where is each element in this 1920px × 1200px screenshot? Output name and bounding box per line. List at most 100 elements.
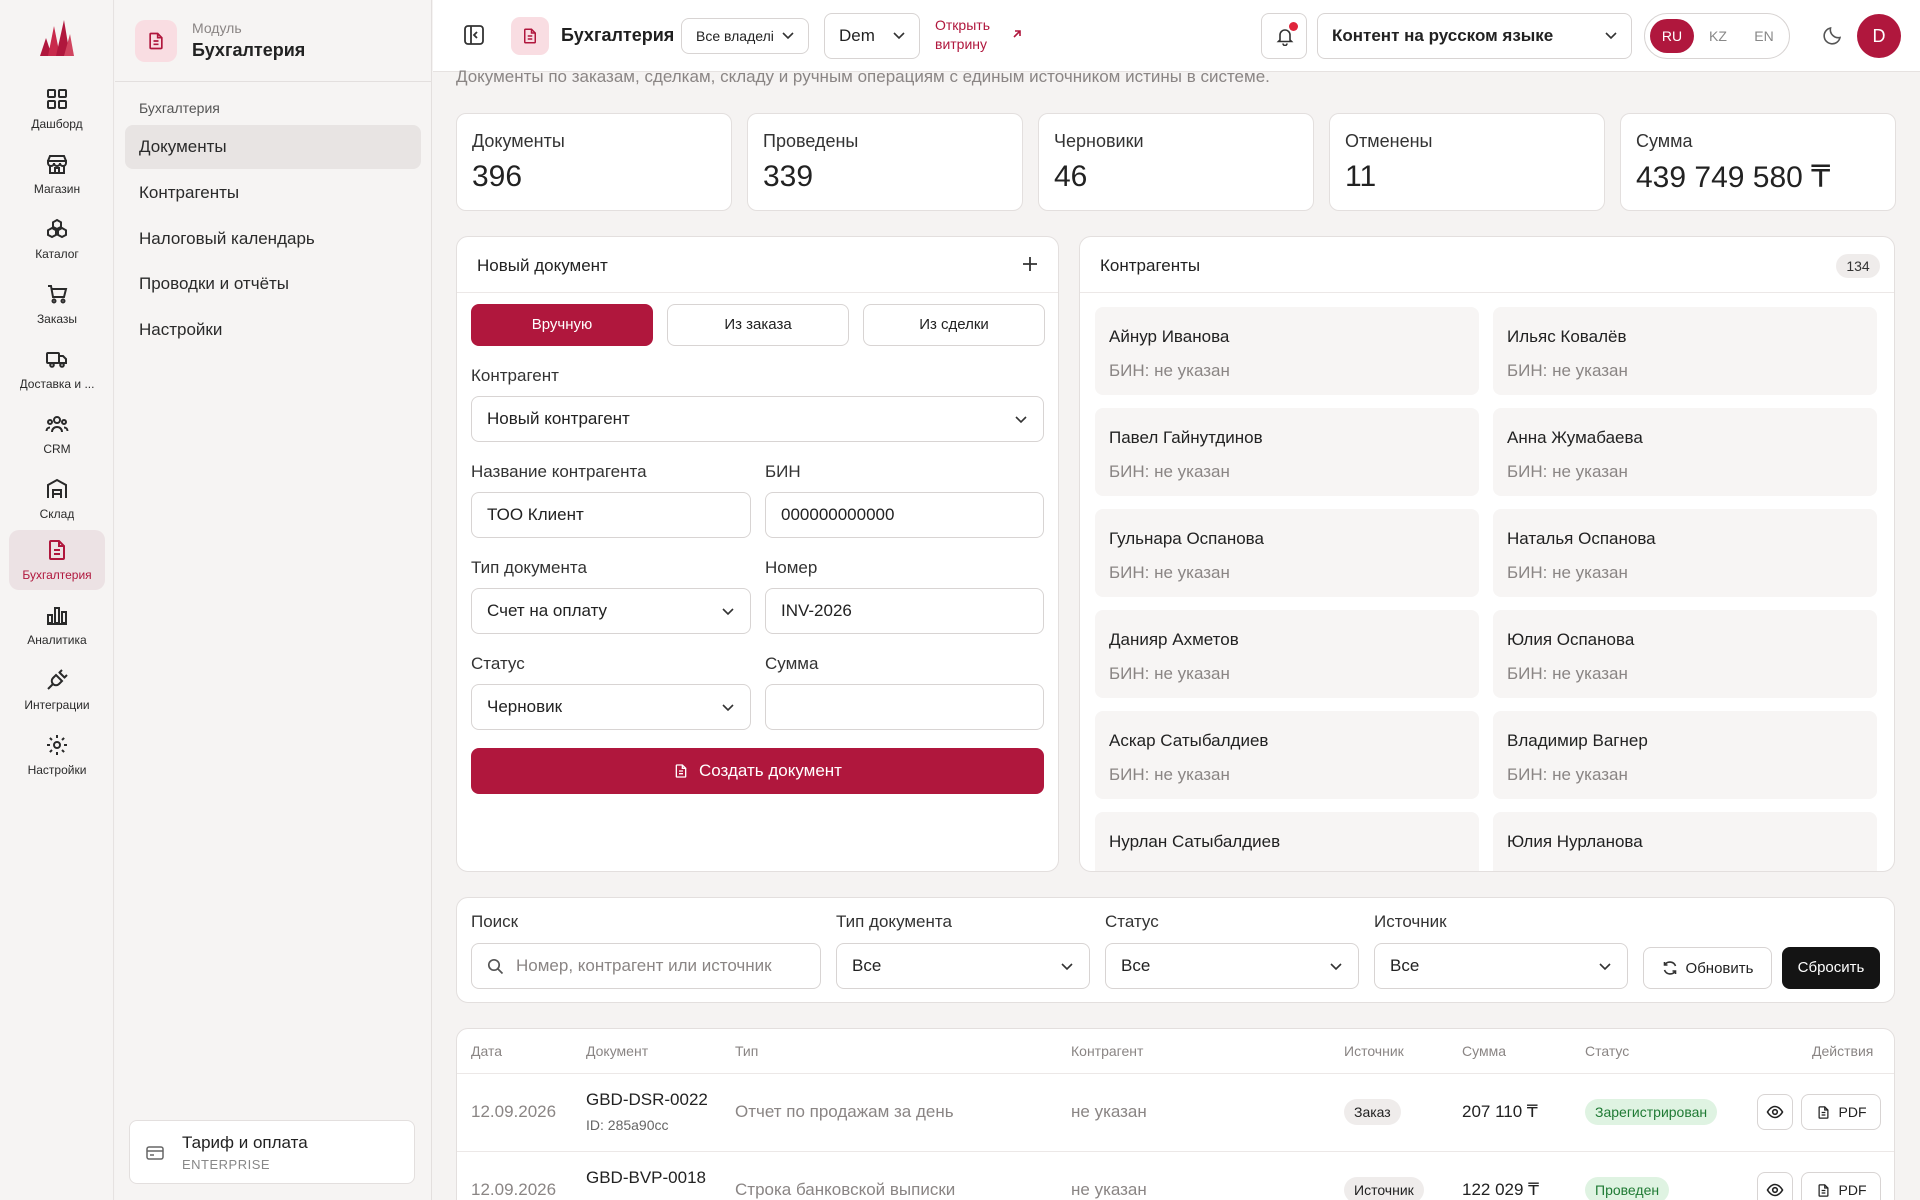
stat-card-cancelled: Отменены 11 xyxy=(1329,113,1605,211)
stat-label: Черновики xyxy=(1054,131,1144,151)
counterparty-item[interactable]: Айнур Иванова БИН: не указан xyxy=(1095,307,1479,395)
counterparty-name-input[interactable]: ТОО Клиент xyxy=(471,492,751,538)
filter-source-select[interactable]: Все xyxy=(1374,943,1628,989)
counterparty-item[interactable]: Юлия Нурланова xyxy=(1493,812,1877,871)
create-document-button[interactable]: Создать документ xyxy=(471,748,1044,794)
sidebar-item-settings[interactable]: Настройки xyxy=(125,308,421,352)
counterparty-name: Аскар Сатыбалдиев xyxy=(1109,731,1269,750)
counterparty-name: Гульнара Оспанова xyxy=(1109,529,1264,548)
pdf-button[interactable]: PDF xyxy=(1801,1172,1881,1200)
lang-en-button[interactable]: EN xyxy=(1742,19,1786,53)
rail-label: Заказы xyxy=(36,312,78,326)
counterparty-select[interactable]: Новый контрагент xyxy=(471,396,1044,442)
refresh-button[interactable]: Обновить xyxy=(1643,947,1772,989)
refresh-icon xyxy=(1663,961,1676,975)
sidebar-item-counterparties[interactable]: Контрагенты xyxy=(125,171,421,215)
counterparty-item[interactable]: Нурлан Сатыбалдиев xyxy=(1095,812,1479,871)
owners-select[interactable]: Все владелі xyxy=(681,18,809,54)
cell-document-id: ID: 285a90cc xyxy=(586,1117,669,1133)
rail-item-crm[interactable]: CRM xyxy=(9,404,105,464)
bin-input[interactable]: 000000000000 xyxy=(765,492,1044,538)
store-select[interactable]: Dem xyxy=(824,13,920,59)
rail-item-integrations[interactable]: Интеграции xyxy=(9,660,105,720)
search-input[interactable]: Номер, контрагент или источник xyxy=(471,943,821,989)
sum-input[interactable] xyxy=(765,684,1044,730)
stat-label: Проведены xyxy=(763,131,859,151)
cell-document[interactable]: GBD-BVP-0018 xyxy=(586,1168,706,1188)
lang-ru-button[interactable]: RU xyxy=(1650,19,1694,53)
counterparty-bin: БИН: не указан xyxy=(1507,765,1628,784)
sidebar-item-documents[interactable]: Документы xyxy=(125,125,421,169)
notifications-button[interactable] xyxy=(1261,13,1307,59)
number-input[interactable]: INV-2026 xyxy=(765,588,1044,634)
plan-billing-button[interactable]: Тариф и оплата ENTERPRISE xyxy=(129,1120,415,1184)
reset-button[interactable]: Сбросить xyxy=(1782,947,1880,989)
filter-doctype-label: Тип документа xyxy=(836,912,952,931)
counterparty-item[interactable]: Наталья Оспанова БИН: не указан xyxy=(1493,509,1877,597)
cell-type: Отчет по продажам за день xyxy=(735,1102,954,1121)
sidebar-item-postings-reports[interactable]: Проводки и отчёты xyxy=(125,262,421,306)
filter-doctype-select[interactable]: Все xyxy=(836,943,1090,989)
module-title: Бухгалтерия xyxy=(192,40,306,60)
sidebar-toggle-icon[interactable] xyxy=(463,24,485,46)
cell-sum: 122 029 ₸ xyxy=(1462,1180,1539,1199)
status-select[interactable]: Черновик xyxy=(471,684,751,730)
rail-item-settings[interactable]: Настройки xyxy=(9,725,105,785)
rail-label: Каталог xyxy=(35,247,79,261)
rail-item-delivery[interactable]: Доставка и ... xyxy=(9,339,105,399)
source-badge: Источник xyxy=(1344,1177,1424,1200)
counterparty-bin: БИН: не указан xyxy=(1507,563,1628,582)
rail-item-dashboard[interactable]: Дашборд xyxy=(9,79,105,139)
cell-document[interactable]: GBD-DSR-0022 xyxy=(586,1090,708,1110)
plus-icon[interactable] xyxy=(1020,254,1040,274)
rail-label: CRM xyxy=(43,442,71,456)
counterparty-item[interactable]: Данияр Ахметов БИН: не указан xyxy=(1095,610,1479,698)
column-header-actions: Действия xyxy=(1812,1043,1874,1059)
rail-item-accounting[interactable]: Бухгалтерия xyxy=(9,530,105,590)
document-icon xyxy=(675,764,687,778)
rail-item-catalog[interactable]: Каталог xyxy=(9,209,105,269)
rail-item-orders[interactable]: Заказы xyxy=(9,274,105,334)
rail-label: Дашборд xyxy=(31,117,83,131)
search-icon xyxy=(487,958,504,975)
column-header-type: Тип xyxy=(735,1043,759,1059)
cell-counterparty: не указан xyxy=(1071,1180,1147,1199)
chevron-down-icon xyxy=(1599,963,1611,971)
counterparty-item[interactable]: Аскар Сатыбалдиев БИН: не указан xyxy=(1095,711,1479,799)
mode-from-order-button[interactable]: Из заказа xyxy=(667,304,849,346)
counterparty-item[interactable]: Павел Гайнутдинов БИН: не указан xyxy=(1095,408,1479,496)
mode-manual-button[interactable]: Вручную xyxy=(471,304,653,346)
filter-source-label: Источник xyxy=(1374,912,1447,931)
filter-status-select[interactable]: Все xyxy=(1105,943,1359,989)
view-button[interactable] xyxy=(1757,1094,1793,1130)
doctype-select[interactable]: Счет на оплату xyxy=(471,588,751,634)
counterparty-item[interactable]: Владимир Вагнер БИН: не указан xyxy=(1493,711,1877,799)
pdf-button[interactable]: PDF xyxy=(1801,1094,1881,1130)
card-title: Новый документ xyxy=(477,256,608,275)
doctype-select-value: Счет на оплату xyxy=(487,601,608,620)
counterparty-item[interactable]: Юлия Оспанова БИН: не указан xyxy=(1493,610,1877,698)
chevron-down-icon xyxy=(1061,963,1073,971)
create-document-label: Создать документ xyxy=(699,761,842,780)
moon-icon[interactable] xyxy=(1822,24,1844,46)
open-storefront-link[interactable]: Открыть витрину xyxy=(935,16,1011,54)
external-link-icon[interactable] xyxy=(1011,28,1023,40)
module-caption: Модуль xyxy=(192,20,242,36)
lang-kz-button[interactable]: KZ xyxy=(1696,19,1740,53)
brand-logo[interactable] xyxy=(38,18,76,58)
view-button[interactable] xyxy=(1757,1172,1793,1200)
mode-from-deal-button[interactable]: Из сделки xyxy=(863,304,1045,346)
rail-item-warehouse[interactable]: Склад xyxy=(9,469,105,529)
module-icon xyxy=(511,17,549,55)
sidebar-item-tax-calendar[interactable]: Налоговый календарь xyxy=(125,217,421,261)
counterparty-item[interactable]: Анна Жумабаева БИН: не указан xyxy=(1493,408,1877,496)
cell-type: Строка банковской выписки xyxy=(735,1180,956,1199)
rail-item-store[interactable]: Магазин xyxy=(9,144,105,204)
content-language-select[interactable]: Контент на русском языке xyxy=(1317,13,1632,59)
rail-label: Магазин xyxy=(33,182,81,196)
counterparty-item[interactable]: Гульнара Оспанова БИН: не указан xyxy=(1095,509,1479,597)
rail-item-analytics[interactable]: Аналитика xyxy=(9,595,105,655)
counterparty-name: Данияр Ахметов xyxy=(1109,630,1239,649)
counterparty-item[interactable]: Ильяс Ковалёв БИН: не указан xyxy=(1493,307,1877,395)
user-avatar[interactable]: D xyxy=(1857,14,1901,58)
